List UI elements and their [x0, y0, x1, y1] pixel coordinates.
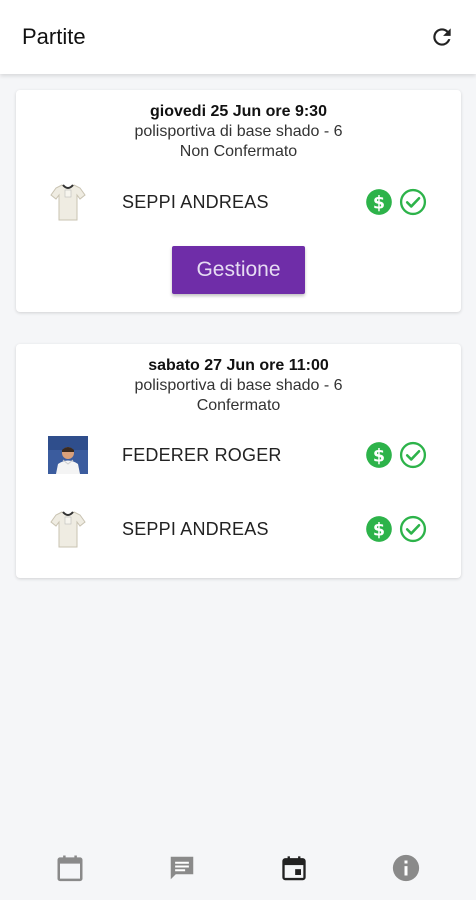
- player-name: FEDERER ROGER: [122, 444, 282, 465]
- app-bar: Partite: [0, 0, 476, 74]
- player-status-icons: $: [365, 188, 427, 216]
- photo-avatar: [48, 435, 88, 475]
- match-card: sabato 27 Jun ore 11:00 polisportiva di …: [16, 344, 461, 578]
- match-status: Non Confermato: [179, 143, 298, 160]
- refresh-icon[interactable]: [426, 21, 458, 53]
- check-circle-icon: [399, 441, 427, 469]
- match-date: sabato 27 Jun ore 11:00: [148, 357, 329, 374]
- match-date: giovedi 25 Jun ore 9:30: [150, 103, 327, 120]
- player-row: SEPPI ANDREAS $: [16, 499, 461, 559]
- match-venue: polisportiva di base shado - 6: [134, 123, 343, 140]
- match-header: sabato 27 Jun ore 11:00 polisportiva di …: [16, 344, 461, 416]
- bottom-nav: [0, 836, 476, 900]
- match-card: giovedi 25 Jun ore 9:30 polisportiva di …: [16, 90, 461, 312]
- player-row: FEDERER ROGER $: [16, 425, 461, 485]
- svg-text:$: $: [373, 520, 385, 540]
- player-name: SEPPI ANDREAS: [122, 191, 269, 212]
- dollar-icon: $: [366, 442, 392, 468]
- match-venue: polisportiva di base shado - 6: [134, 377, 343, 394]
- match-status: Confermato: [196, 397, 281, 414]
- check-circle-icon: [399, 515, 427, 543]
- shirt-avatar: [48, 509, 88, 549]
- player-status-icons: $: [365, 441, 427, 469]
- chat-icon[interactable]: [152, 844, 212, 892]
- check-circle-icon: [399, 188, 427, 216]
- shirt-avatar: [48, 182, 88, 222]
- calendar-outline-icon[interactable]: [40, 844, 100, 892]
- dollar-icon: $: [366, 516, 392, 542]
- match-header: giovedi 25 Jun ore 9:30 polisportiva di …: [16, 90, 461, 162]
- gestione-button[interactable]: Gestione: [172, 246, 305, 294]
- svg-text:$: $: [373, 193, 385, 213]
- page-title: Partite: [22, 24, 86, 49]
- info-icon[interactable]: [376, 844, 436, 892]
- calendar-event-icon[interactable]: [264, 844, 324, 892]
- dollar-icon: $: [366, 189, 392, 215]
- svg-text:$: $: [373, 446, 385, 466]
- player-status-icons: $: [365, 515, 427, 543]
- player-row: SEPPI ANDREAS $: [16, 172, 461, 232]
- player-name: SEPPI ANDREAS: [122, 518, 269, 539]
